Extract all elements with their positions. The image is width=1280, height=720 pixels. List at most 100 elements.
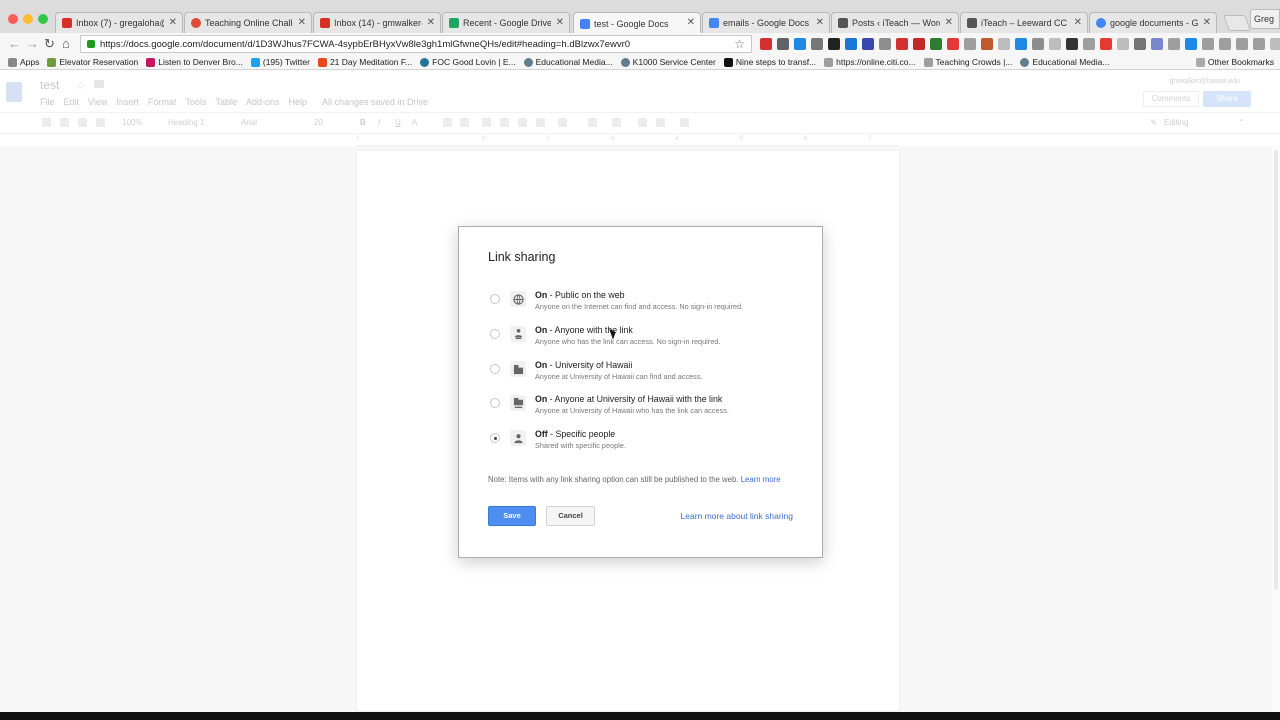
bookmark-apps[interactable]: Apps	[8, 57, 39, 67]
radio-university-with-link[interactable]	[490, 398, 500, 408]
extension-icon[interactable]	[845, 38, 857, 50]
user-email[interactable]: gmwalker@hawaii.edu	[1169, 78, 1240, 85]
close-icon[interactable]: ✕	[169, 17, 177, 28]
menu-format[interactable]: Format	[148, 97, 177, 107]
menu-tools[interactable]: Tools	[185, 97, 206, 107]
minimize-window-button[interactable]	[23, 14, 33, 24]
share-button[interactable]: Share	[1203, 91, 1251, 107]
extension-icon[interactable]	[1202, 38, 1214, 50]
cancel-button[interactable]: Cancel	[546, 506, 595, 526]
undo-icon[interactable]	[60, 118, 69, 127]
browser-tab-active[interactable]: test - Google Docs ✕	[573, 12, 701, 34]
align-left-icon[interactable]	[482, 118, 491, 127]
bulleted-list-icon[interactable]	[612, 118, 621, 127]
extension-icon[interactable]	[1134, 38, 1146, 50]
browser-tab[interactable]: google documents - Go ✕	[1089, 12, 1217, 33]
comments-button[interactable]: Comments	[1143, 91, 1199, 107]
close-icon[interactable]: ✕	[1203, 17, 1211, 28]
reload-icon[interactable]: ↻	[44, 36, 55, 52]
bookmark-item[interactable]: Elevator Reservation	[47, 57, 138, 67]
text-color-icon[interactable]: A	[412, 118, 417, 127]
chrome-menu-icon[interactable]	[1270, 38, 1280, 50]
bookmark-item[interactable]: Teaching Crowds |...	[923, 57, 1012, 67]
menu-view[interactable]: View	[88, 97, 107, 107]
extension-icon[interactable]	[879, 38, 891, 50]
align-center-icon[interactable]	[500, 118, 509, 127]
browser-tab[interactable]: iTeach – Leeward CC ✕	[960, 12, 1088, 33]
browser-tab[interactable]: Teaching Online Challen ✕	[184, 12, 312, 33]
extension-icon[interactable]	[1253, 38, 1265, 50]
sharing-option-specific-people[interactable]: Off - Specific people Shared with specif…	[490, 429, 800, 453]
browser-tab[interactable]: Inbox (7) - gregaloha@g ✕	[55, 12, 183, 33]
collapse-icon[interactable]: ⌃	[1238, 118, 1245, 127]
profile-button[interactable]: Greg	[1250, 9, 1280, 29]
browser-tab[interactable]: Recent - Google Drive ✕	[442, 12, 570, 33]
save-button[interactable]: Save	[488, 506, 536, 526]
menu-add-ons[interactable]: Add-ons	[246, 97, 280, 107]
bookmark-item[interactable]: 21 Day Meditation F...	[317, 57, 412, 67]
extension-icon[interactable]	[1151, 38, 1163, 50]
back-icon[interactable]: ←	[8, 36, 21, 52]
extension-icon[interactable]	[1083, 38, 1095, 50]
document-title[interactable]: test	[40, 78, 59, 92]
menu-insert[interactable]: Insert	[116, 97, 139, 107]
star-icon[interactable]: ☆	[76, 79, 86, 92]
extension-icon[interactable]	[930, 38, 942, 50]
maximize-window-button[interactable]	[38, 14, 48, 24]
extension-icon[interactable]	[1185, 38, 1197, 50]
bookmark-item[interactable]: K1000 Service Center	[620, 57, 716, 67]
close-icon[interactable]: ✕	[556, 17, 564, 28]
bookmark-item[interactable]: FOC Good Lovin | E...	[420, 57, 516, 67]
bookmark-star-icon[interactable]: ☆	[734, 37, 745, 51]
extension-icon[interactable]	[811, 38, 823, 50]
extension-icon[interactable]	[828, 38, 840, 50]
browser-tab[interactable]: Posts ‹ iTeach — WordP ✕	[831, 12, 959, 33]
increase-indent-icon[interactable]	[656, 118, 665, 127]
menu-help[interactable]: Help	[288, 97, 307, 107]
extension-icon[interactable]	[1100, 38, 1112, 50]
line-spacing-icon[interactable]	[558, 118, 567, 127]
extension-icon[interactable]	[964, 38, 976, 50]
close-window-button[interactable]	[8, 14, 18, 24]
radio-specific-people[interactable]	[490, 433, 500, 443]
extension-icon[interactable]	[998, 38, 1010, 50]
address-bar[interactable]: https://docs.google.com/document/d/1D3WJ…	[80, 35, 752, 53]
menu-file[interactable]: File	[40, 97, 55, 107]
sharing-option-university-with-link[interactable]: On - Anyone at University of Hawaii with…	[490, 394, 800, 418]
radio-anyone-with-link[interactable]	[490, 329, 500, 339]
scrollbar-thumb[interactable]	[1274, 150, 1278, 590]
extension-icon[interactable]	[1236, 38, 1248, 50]
style-select[interactable]: Heading 1	[168, 118, 204, 127]
extension-icon[interactable]	[896, 38, 908, 50]
bookmark-item[interactable]: Nine steps to transf...	[723, 57, 816, 67]
close-icon[interactable]: ✕	[298, 17, 306, 28]
bookmark-item[interactable]: https://online.citi.co...	[824, 57, 916, 67]
bookmark-item[interactable]: Listen to Denver Bro...	[146, 57, 243, 67]
extension-icon[interactable]	[1066, 38, 1078, 50]
sharing-option-university[interactable]: On - University of Hawaii Anyone at Univ…	[490, 360, 800, 384]
clear-formatting-icon[interactable]	[680, 118, 689, 127]
menu-edit[interactable]: Edit	[64, 97, 80, 107]
browser-tab[interactable]: Inbox (14) - gmwalker@ ✕	[313, 12, 441, 33]
numbered-list-icon[interactable]	[588, 118, 597, 127]
extension-icon[interactable]	[1015, 38, 1027, 50]
close-icon[interactable]: ✕	[816, 17, 824, 28]
extension-icon[interactable]	[1117, 38, 1129, 50]
extension-icon[interactable]	[794, 38, 806, 50]
sharing-option-public[interactable]: On - Public on the web Anyone on the Int…	[490, 290, 800, 314]
redo-icon[interactable]	[78, 118, 87, 127]
docs-logo-icon[interactable]	[6, 82, 22, 102]
calendar-icon[interactable]	[777, 38, 789, 50]
font-select[interactable]: Arial	[241, 118, 257, 127]
extension-icon[interactable]	[862, 38, 874, 50]
radio-public[interactable]	[490, 294, 500, 304]
bookmark-item[interactable]: Educational Media...	[1020, 57, 1109, 67]
justify-icon[interactable]	[536, 118, 545, 127]
align-right-icon[interactable]	[518, 118, 527, 127]
close-icon[interactable]: ✕	[687, 17, 695, 28]
decrease-indent-icon[interactable]	[638, 118, 647, 127]
link-icon[interactable]	[443, 118, 452, 127]
extension-icon[interactable]	[1219, 38, 1231, 50]
learn-more-link-sharing[interactable]: Learn more about link sharing	[681, 511, 793, 521]
extension-icon[interactable]	[1032, 38, 1044, 50]
